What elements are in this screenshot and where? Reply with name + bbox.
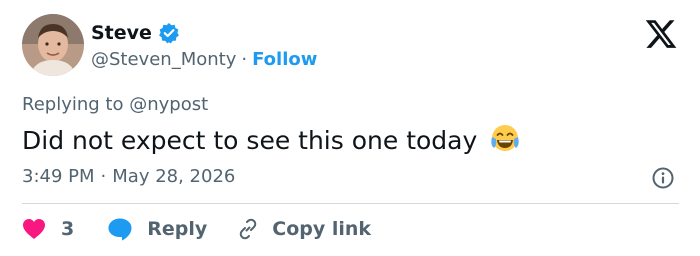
tweet-meta: 3:49 PM · May 28, 2026	[22, 165, 235, 189]
like-count: 3	[61, 218, 75, 240]
author-handle[interactable]: @Steven_Monty	[91, 47, 236, 73]
copy-link-button[interactable]: Copy link	[236, 214, 371, 244]
tweet-date[interactable]: May 28, 2026	[112, 165, 235, 189]
tweet-body: Did not expect to see this one today	[22, 123, 521, 158]
reply-bubble-icon	[108, 218, 132, 241]
copy-link-label: Copy link	[272, 218, 372, 240]
tears-of-joy-emoji-icon	[489, 123, 521, 155]
heart-icon	[23, 219, 45, 239]
replying-to-label: Replying to	[22, 94, 130, 115]
replying-to-line: Replying to @nypost	[22, 93, 208, 117]
tweet-card: Steve @Steven_Monty · Follow Replying to…	[0, 0, 700, 256]
avatar[interactable]	[22, 14, 84, 76]
like-button[interactable]: 3	[22, 214, 74, 244]
separator-dot: ·	[241, 49, 248, 70]
info-icon[interactable]	[651, 166, 675, 190]
tweet-time[interactable]: 3:49 PM	[22, 165, 95, 189]
separator-dot: ·	[100, 166, 107, 187]
reply-button[interactable]: Reply	[107, 214, 207, 244]
verified-badge-icon	[158, 22, 180, 44]
tweet-text: Did not expect to see this one today	[22, 126, 478, 155]
action-bar: 3 Reply Copy link	[22, 214, 371, 244]
x-logo-icon[interactable]	[644, 17, 678, 51]
link-icon	[239, 218, 257, 240]
author-handle-row: @Steven_Monty · Follow	[91, 47, 317, 73]
author-name[interactable]: Steve	[91, 20, 152, 46]
follow-button[interactable]: Follow	[252, 47, 317, 73]
reply-mention-link[interactable]: @nypost	[129, 94, 208, 115]
divider	[22, 203, 679, 204]
author-name-row: Steve	[91, 20, 180, 46]
reply-label: Reply	[147, 218, 208, 240]
